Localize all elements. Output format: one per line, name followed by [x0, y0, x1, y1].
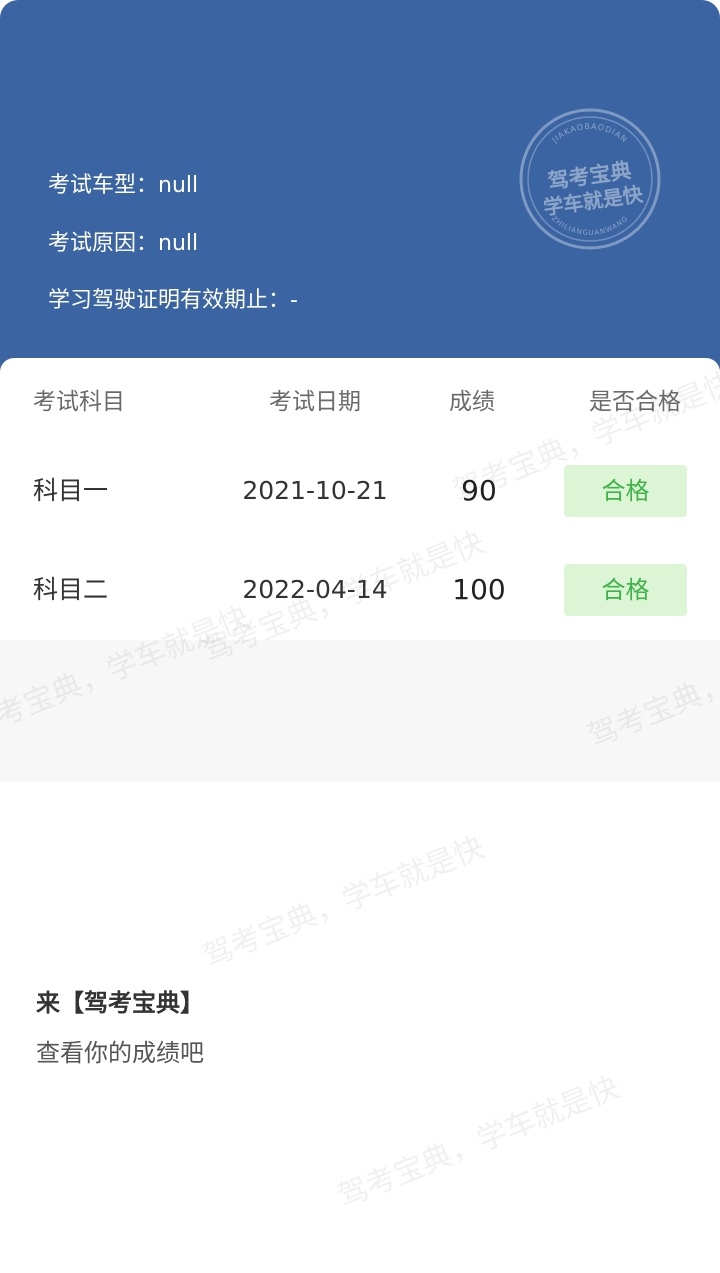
date-cell: 2021-10-21 [242, 476, 388, 505]
seal-top-arc: JIAKAOBAODIAN [550, 122, 629, 145]
vehicle-type-label: 考试车型： [48, 173, 159, 198]
vehicle-type-value: null [158, 173, 199, 198]
svg-text:JIAKAOBAODIAN: JIAKAOBAODIAN [550, 122, 630, 145]
score-page: 考试车型：null 考试原因：null 学习驾驶证明有效期止：- JIAKAOB… [0, 0, 720, 1273]
pass-status-badge: 合格 [564, 564, 687, 616]
divider-band [0, 640, 720, 782]
watermark: 驾考宝典，学车就是快 [197, 830, 490, 975]
watermark: 驾考宝典，学车就是快 [332, 1070, 625, 1215]
column-header-score: 成绩 [449, 389, 495, 415]
table-header: 考试科目 考试日期 成绩 是否合格 [0, 384, 720, 420]
exam-reason-value: null [158, 231, 199, 256]
score-table: 考试科目 考试日期 成绩 是否合格 科目一 2021-10-21 90 合格 科… [0, 358, 720, 640]
validity-label: 学习驾驶证明有效期止： [48, 288, 291, 313]
column-header-pass: 是否合格 [589, 389, 681, 415]
validity-value: - [290, 288, 298, 313]
column-header-date: 考试日期 [269, 389, 361, 415]
brand-seal-logo: JIAKAOBAODIAN 驾考宝典 学车就是快 ZHILIANGUANWANG [519, 108, 661, 250]
exam-reason-label: 考试原因： [48, 231, 159, 256]
exam-info-header: 考试车型：null 考试原因：null 学习驾驶证明有效期止：- JIAKAOB… [0, 0, 720, 372]
vehicle-type-line: 考试车型：null [48, 171, 198, 201]
validity-line: 学习驾驶证明有效期止：- [48, 286, 298, 316]
column-header-subject: 考试科目 [33, 389, 125, 415]
promo-subtitle: 查看你的成绩吧 [36, 1039, 204, 1067]
table-row: 科目一 2021-10-21 90 合格 [0, 465, 720, 517]
score-cell: 100 [452, 573, 506, 606]
table-row: 科目二 2022-04-14 100 合格 [0, 564, 720, 616]
exam-reason-line: 考试原因：null [48, 229, 198, 259]
subject-cell: 科目二 [33, 575, 109, 604]
score-cell: 90 [461, 474, 497, 507]
pass-status-badge: 合格 [564, 465, 687, 517]
subject-cell: 科目一 [33, 476, 109, 505]
promo-title: 来【驾考宝典】 [36, 989, 204, 1017]
date-cell: 2022-04-14 [242, 575, 388, 604]
